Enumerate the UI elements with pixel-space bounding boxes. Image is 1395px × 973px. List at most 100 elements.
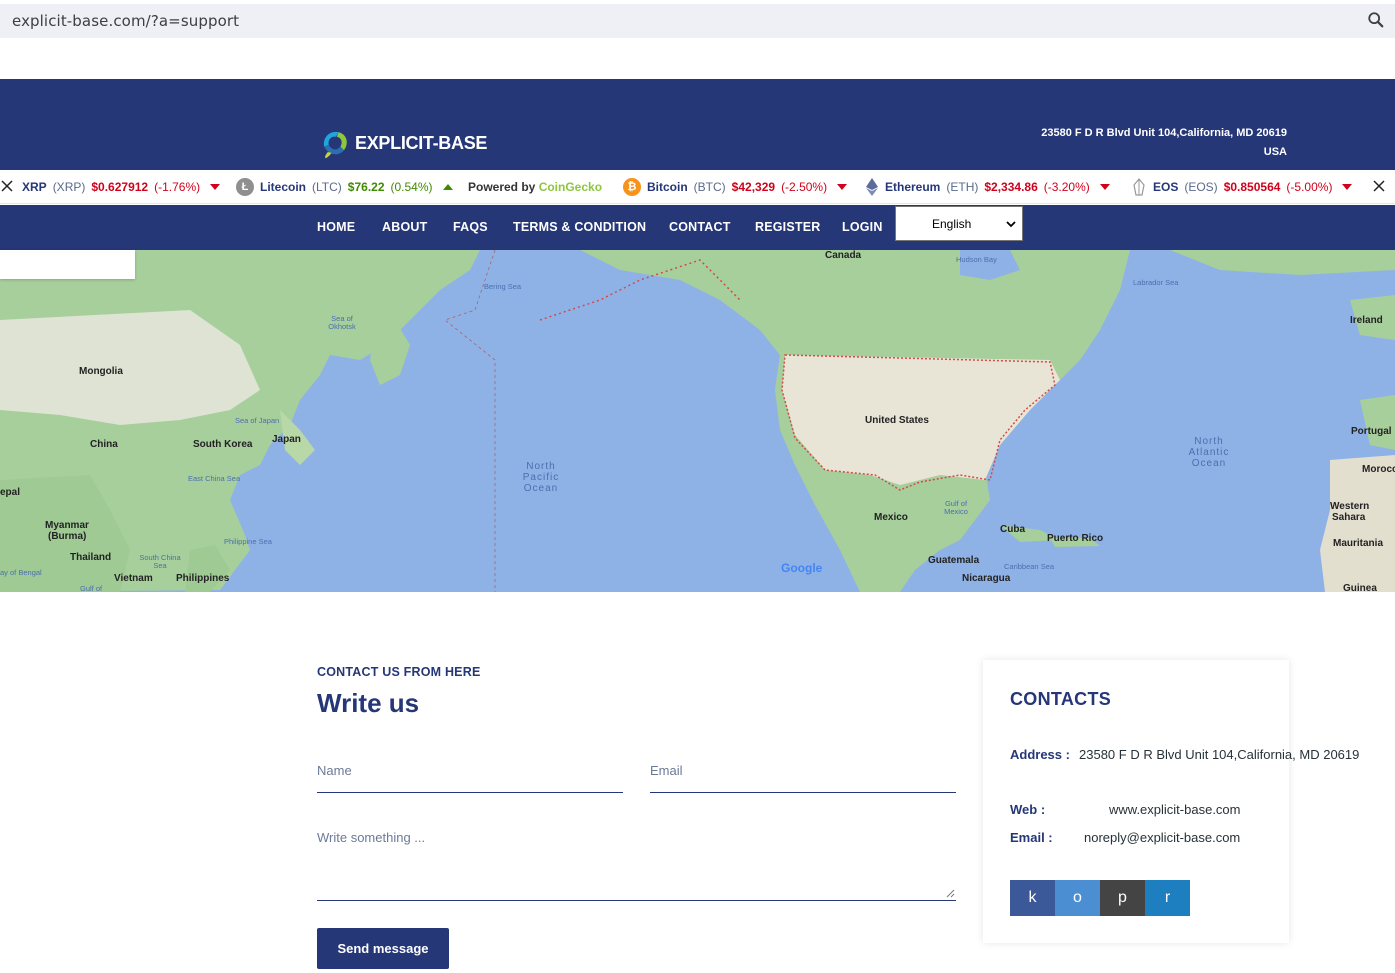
coin-price: $42,329 <box>731 180 776 194</box>
email-link[interactable]: noreply@explicit-base.com <box>1084 830 1240 845</box>
eos-icon <box>1133 178 1145 196</box>
coin-name: XRP <box>22 180 47 194</box>
header-address-line: 23580 F D R Blvd Unit 104,California, MD… <box>1041 127 1287 139</box>
nav-faqs[interactable]: FAQS <box>453 220 488 234</box>
map-water-label: Caribbean Sea <box>1004 562 1055 571</box>
map-label: Thailand <box>70 552 112 563</box>
map-water-label: Hudson Bay <box>956 255 997 264</box>
map-water-label: North Pacific Ocean <box>522 461 560 494</box>
nav-register[interactable]: REGISTER <box>755 220 821 234</box>
nav-terms[interactable]: TERMS & CONDITION <box>513 220 646 234</box>
coin-name: Ethereum <box>885 180 941 194</box>
email-field[interactable]: Email <box>650 756 956 793</box>
map-label: Mongolia <box>79 366 123 377</box>
nav-about[interactable]: ABOUT <box>382 220 427 234</box>
nav-login[interactable]: LOGIN <box>842 220 883 234</box>
ticker-item-ethereum[interactable]: Ethereum (ETH) $2,334.86 (-3.20%) <box>865 170 1110 203</box>
coin-price: $76.22 <box>347 180 385 194</box>
ethereum-icon <box>866 178 878 196</box>
map-water-label: Sea of Okhotsk <box>328 314 356 331</box>
twitter-button[interactable]: o <box>1055 880 1100 916</box>
map-label: Vietnam <box>114 573 153 584</box>
map-label: Western <box>1330 501 1370 512</box>
map-water-label: Bering Sea <box>484 282 522 291</box>
email-placeholder: Email <box>650 763 683 778</box>
map-label: South Korea <box>193 439 253 450</box>
coin-name: Bitcoin <box>647 180 688 194</box>
map-water-label: East China Sea <box>188 474 241 483</box>
address-bar[interactable]: explicit-base.com/?a=support <box>0 4 1395 38</box>
nav-contact[interactable]: CONTACT <box>669 220 731 234</box>
name-field[interactable]: Name <box>317 756 623 793</box>
name-placeholder: Name <box>317 763 352 778</box>
search-icon[interactable] <box>1367 11 1385 29</box>
contact-subtitle: CONTACT US FROM HERE <box>317 665 481 679</box>
litecoin-icon: Ł <box>236 178 254 196</box>
trend-up-icon <box>442 184 453 190</box>
map-water-label: Sea of Japan <box>235 416 280 425</box>
send-message-button[interactable]: Send message <box>317 928 449 969</box>
map-label: Mexico <box>874 512 908 523</box>
web-link[interactable]: www.explicit-base.com <box>1109 802 1241 817</box>
coin-price: $0.850564 <box>1223 180 1281 194</box>
map-label: United States <box>865 415 929 426</box>
coin-change: (0.54%) <box>390 180 433 194</box>
resize-handle-icon[interactable] <box>945 888 955 898</box>
map-water-label: North Atlantic Ocean <box>1188 436 1230 469</box>
trend-down-icon <box>1099 184 1110 190</box>
map-label: Myanmar <box>45 520 89 531</box>
linkedin-button[interactable]: r <box>1145 880 1190 916</box>
map-label: (Burma) <box>48 531 87 542</box>
google-logo: Google <box>781 561 823 575</box>
crypto-ticker: XRP (XRP) $0.627912 (-1.76%) Ł Litecoin … <box>0 170 1395 204</box>
coin-change: (-2.50%) <box>781 180 828 194</box>
site-logo[interactable]: EXPLICIT-BASE <box>317 125 487 161</box>
trend-down-icon <box>210 184 221 190</box>
close-icon[interactable] <box>1372 179 1386 193</box>
message-textarea[interactable]: Write something ... <box>317 824 956 901</box>
ticker-item-bitcoin[interactable]: ₿ Bitcoin (BTC) $42,329 (-2.50%) <box>623 170 848 203</box>
map-water-label: ay of Bengal <box>0 568 42 577</box>
ticker-item-xrp[interactable]: XRP (XRP) $0.627912 (-1.76%) <box>22 170 221 203</box>
close-icon[interactable] <box>0 179 14 193</box>
map-label: Philippines <box>176 573 230 584</box>
ticker-item-litecoin[interactable]: Ł Litecoin (LTC) $76.22 (0.54%) <box>236 170 453 203</box>
map-label: Ireland <box>1350 315 1383 326</box>
instagram-button[interactable]: p <box>1100 880 1145 916</box>
map-label: Portugal <box>1351 426 1392 437</box>
url-text[interactable]: explicit-base.com/?a=support <box>12 12 239 30</box>
map-water-label: Philippine Sea <box>224 537 272 546</box>
powered-prefix: Powered by <box>468 180 539 194</box>
trend-down-icon <box>1342 184 1353 190</box>
google-map[interactable]: Canada Mongolia China South Korea Japan … <box>0 250 1395 592</box>
contact-title: Write us <box>317 688 420 718</box>
powered-by[interactable]: Powered by CoinGecko <box>468 170 602 203</box>
header-address-country: USA <box>1263 146 1287 158</box>
map-label: Japan <box>272 434 301 445</box>
social-links: k o p r <box>1010 880 1190 916</box>
coin-name: Litecoin <box>260 180 307 194</box>
map-label: epal <box>0 487 21 498</box>
ticker-item-eos[interactable]: EOS (EOS) $0.850564 (-5.00%) <box>1131 170 1353 203</box>
map-label: Guinea <box>1343 583 1377 592</box>
google-attribution: Google <box>781 561 822 575</box>
map-land <box>0 250 1395 592</box>
coingecko-link[interactable]: CoinGecko <box>539 180 602 194</box>
contacts-title: CONTACTS <box>1010 689 1112 709</box>
nav-home[interactable]: HOME <box>317 220 355 234</box>
map-overlay-box <box>0 250 135 279</box>
map-water-label: South China Sea <box>139 553 181 570</box>
coin-symbol: (LTC) <box>312 180 342 194</box>
map-label: Nicaragua <box>962 573 1011 584</box>
facebook-button[interactable]: k <box>1010 880 1055 916</box>
language-select[interactable]: English <box>895 206 1023 241</box>
address-value: 23580 F D R Blvd Unit 104,California, MD… <box>1079 747 1360 762</box>
coin-symbol: (ETH) <box>946 180 979 194</box>
map-label: Morocco <box>1362 464 1395 475</box>
coin-change: (-1.76%) <box>154 180 201 194</box>
address-label: Address : <box>1010 747 1070 762</box>
coin-symbol: (XRP) <box>52 180 86 194</box>
email-label: Email : <box>1010 830 1053 845</box>
map-label: Puerto Rico <box>1047 533 1104 544</box>
main-nav: HOME ABOUT FAQS TERMS & CONDITION CONTAC… <box>0 205 1395 250</box>
